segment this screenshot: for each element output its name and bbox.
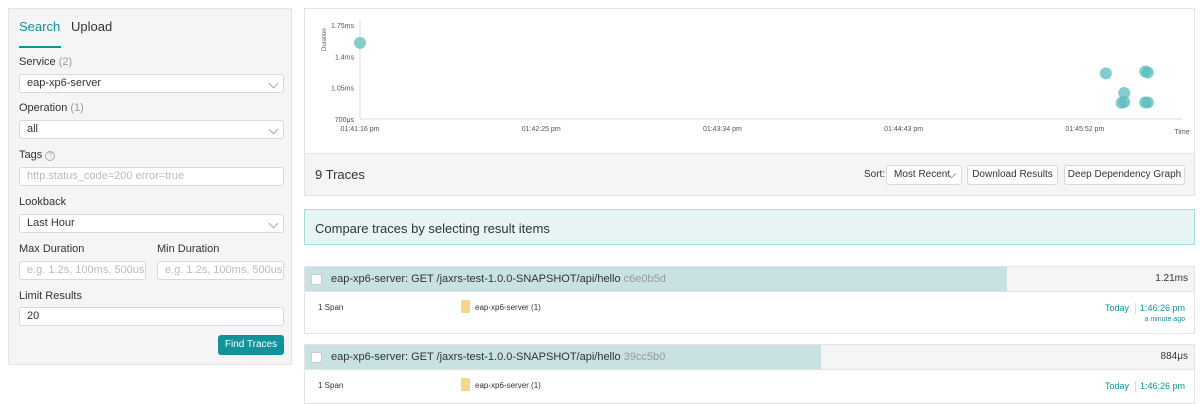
- trace-point: [1139, 96, 1152, 109]
- y-tick-label: 1.4ms: [335, 54, 355, 61]
- trace-title[interactable]: eap-xp6-server: GET /jaxrs-test-1.0.0-SN…: [331, 351, 665, 363]
- trace-checkbox[interactable]: [311, 274, 322, 285]
- tags-input[interactable]: http.status_code=200 error=true: [19, 167, 284, 186]
- trace-time: 1:46:26 pm: [1140, 303, 1186, 313]
- y-tick-label: 700μs: [335, 117, 355, 124]
- span-count: 1 Span: [318, 381, 344, 390]
- tab-search[interactable]: Search: [19, 19, 60, 34]
- compare-banner-text: Compare traces by selecting result items: [315, 221, 550, 236]
- x-tick-label: 01:42:25 pm: [522, 126, 561, 133]
- search-tabs: Search Upload: [9, 9, 291, 48]
- find-traces-button[interactable]: Find Traces: [218, 335, 284, 355]
- search-panel: Search Upload Service (2) eap-xp6-server…: [8, 8, 292, 365]
- trace-point: [354, 36, 366, 49]
- trace-point: [1141, 66, 1154, 79]
- trace-duration: 1.21ms: [1155, 273, 1188, 284]
- y-tick-label: 1.05ms: [331, 86, 354, 93]
- deep-dependency-graph-button[interactable]: Deep Dependency Graph: [1064, 165, 1185, 185]
- trace-item[interactable]: eap-xp6-server: GET /jaxrs-test-1.0.0-SN…: [304, 266, 1195, 334]
- trace-item[interactable]: eap-xp6-server: GET /jaxrs-test-1.0.0-SN…: [304, 344, 1195, 404]
- service-tag: eap-xp6-server (1): [475, 303, 541, 312]
- limit-results-label: Limit Results: [19, 290, 82, 302]
- x-tick-label: 01:45:52 pm: [1065, 126, 1104, 133]
- operation-select[interactable]: all: [19, 120, 284, 139]
- trace-header[interactable]: eap-xp6-server: GET /jaxrs-test-1.0.0-SN…: [305, 345, 1194, 370]
- service-color-swatch: [461, 300, 470, 313]
- x-tick-label: 01:43:34 pm: [703, 126, 742, 133]
- divider: [1135, 381, 1136, 392]
- service-label: Service (2): [19, 56, 73, 68]
- trace-relative-time: a minute ago: [1144, 316, 1185, 323]
- lookback-select[interactable]: Last Hour: [19, 214, 284, 233]
- max-duration-input[interactable]: e.g. 1.2s, 100ms, 500us: [19, 261, 146, 280]
- min-duration-label: Min Duration: [157, 243, 220, 255]
- divider: [1135, 303, 1136, 314]
- tags-label: Tags?: [19, 149, 56, 161]
- span-count: 1 Span: [318, 303, 344, 312]
- compare-banner: Compare traces by selecting result items: [304, 209, 1195, 245]
- x-tick-label: 01:44:43 pm: [884, 126, 923, 133]
- chevron-down-icon: [268, 124, 279, 135]
- active-tab-indicator: [19, 46, 61, 48]
- trace-day: Today: [1105, 303, 1130, 313]
- chevron-down-icon: [268, 218, 279, 229]
- trace-point: [1099, 67, 1112, 80]
- tab-upload[interactable]: Upload: [71, 19, 112, 34]
- chevron-down-icon: [268, 78, 279, 89]
- scatter-plot: 1.75ms 1.4ms 1.05ms 700μs 01:41:16 pm 01:42:2…: [322, 19, 1190, 136]
- x-axis-label: Time: [1174, 129, 1189, 136]
- x-tick-label: 01:41:16 pm: [341, 126, 380, 133]
- trace-day: Today: [1105, 381, 1130, 391]
- operation-label: Operation (1): [19, 102, 84, 114]
- limit-results-input[interactable]: 20: [19, 307, 284, 326]
- trace-point: [1118, 95, 1131, 108]
- results-header: 9 Traces Sort: Most Recent Download Resu…: [304, 154, 1195, 196]
- lookback-label: Lookback: [19, 196, 67, 208]
- trace-title[interactable]: eap-xp6-server: GET /jaxrs-test-1.0.0-SN…: [331, 273, 666, 285]
- service-tag: eap-xp6-server (1): [475, 381, 541, 390]
- trace-header[interactable]: eap-xp6-server: GET /jaxrs-test-1.0.0-SN…: [305, 267, 1194, 292]
- y-axis-label: Duration: [322, 28, 328, 51]
- sort-label: Sort:: [864, 169, 886, 180]
- y-tick-label: 1.75ms: [331, 23, 354, 30]
- service-select[interactable]: eap-xp6-server: [19, 74, 284, 93]
- download-results-button[interactable]: Download Results: [967, 165, 1058, 185]
- trace-duration: 884μs: [1160, 351, 1188, 362]
- sort-select[interactable]: Most Recent: [886, 165, 962, 185]
- service-color-swatch: [461, 378, 470, 391]
- max-duration-label: Max Duration: [19, 243, 85, 255]
- help-icon[interactable]: ?: [45, 151, 56, 161]
- trace-checkbox[interactable]: [311, 352, 322, 363]
- trace-time: 1:46:26 pm: [1140, 381, 1186, 391]
- min-duration-input[interactable]: e.g. 1.2s, 100ms, 500us: [157, 261, 284, 280]
- duration-scatter-chart: 1.75ms 1.4ms 1.05ms 700μs 01:41:16 pm 01:42:2…: [304, 8, 1195, 154]
- traces-count: 9 Traces: [315, 167, 365, 182]
